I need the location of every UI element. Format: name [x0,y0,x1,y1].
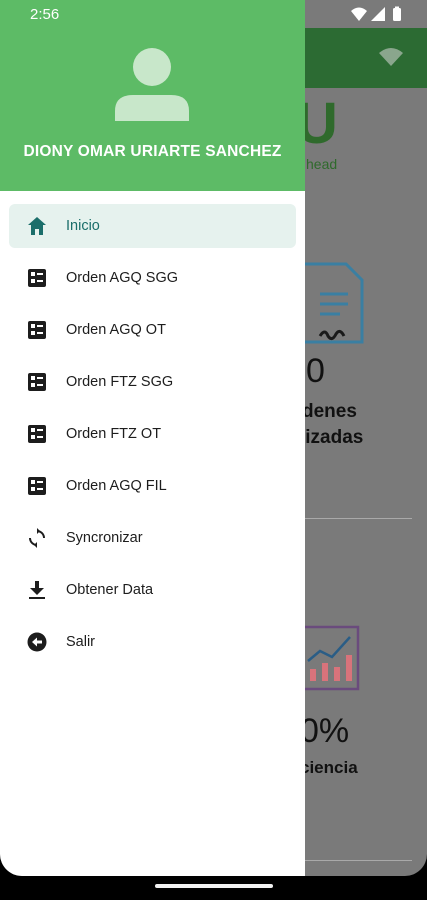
orders-label-line1: denes [302,401,357,422]
menu-item-orden-agq-fil[interactable]: Orden AGQ FIL [9,464,296,508]
navigation-drawer: DIONY OMAR URIARTE SANCHEZ Inicio Orden … [0,0,305,876]
menu-item-label: Orden FTZ SGG [66,374,174,390]
home-gesture-handle[interactable] [155,884,273,888]
menu-item-orden-agq-sgg[interactable]: Orden AGQ SGG [9,256,296,300]
status-icons [351,6,401,21]
status-bar: 2:56 [0,0,427,28]
menu-item-orden-ftz-ot[interactable]: Orden FTZ OT [9,412,296,456]
wifi-icon[interactable] [377,46,405,68]
document-icon [300,262,364,344]
drawer-menu: Inicio Orden AGQ SGG Orden AGQ OT Orden … [0,204,305,672]
menu-item-label: Orden FTZ OT [66,426,162,442]
form-list-icon [28,373,46,391]
card-divider [300,518,412,519]
menu-item-label: Inicio [66,218,100,234]
orders-label-line2: lizadas [300,427,364,448]
menu-item-syncronizar[interactable]: Syncronizar [9,516,296,560]
signal-icon [371,7,385,21]
menu-item-salir[interactable]: Salir [9,620,296,664]
efficiency-value: 0% [300,712,350,750]
menu-item-label: Orden AGQ FIL [66,478,167,494]
form-list-icon [28,269,46,287]
menu-item-obtener-data[interactable]: Obtener Data [9,568,296,612]
form-list-icon [28,321,46,339]
avatar-icon [115,48,189,121]
card-divider [300,860,412,861]
app-logo-subtitle: head [306,156,338,172]
drawer-header: DIONY OMAR URIARTE SANCHEZ [0,0,305,191]
home-icon [28,217,46,235]
efficiency-label: ciencia [300,758,358,777]
menu-item-label: Salir [66,634,96,650]
form-list-icon [28,477,46,495]
screen: U head 0 denes lizadas 0% ciencia DIONY … [0,0,427,876]
status-time: 2:56 [30,6,60,23]
orders-count: 0 [306,352,325,390]
download-icon [29,581,45,599]
sync-icon [29,528,45,548]
wifi-icon [351,7,367,21]
menu-item-label: Obtener Data [66,582,154,598]
menu-item-orden-agq-ot[interactable]: Orden AGQ OT [9,308,296,352]
menu-item-label: Syncronizar [66,530,143,546]
user-name: DIONY OMAR URIARTE SANCHEZ [23,143,282,160]
exit-icon [27,632,47,652]
menu-item-label: Orden AGQ SGG [66,270,179,286]
menu-item-label: Orden AGQ OT [66,322,166,338]
menu-item-orden-ftz-sgg[interactable]: Orden FTZ SGG [9,360,296,404]
chart-icon [300,625,360,691]
menu-item-inicio[interactable]: Inicio [9,204,296,248]
form-list-icon [28,425,46,443]
battery-icon [393,6,401,21]
